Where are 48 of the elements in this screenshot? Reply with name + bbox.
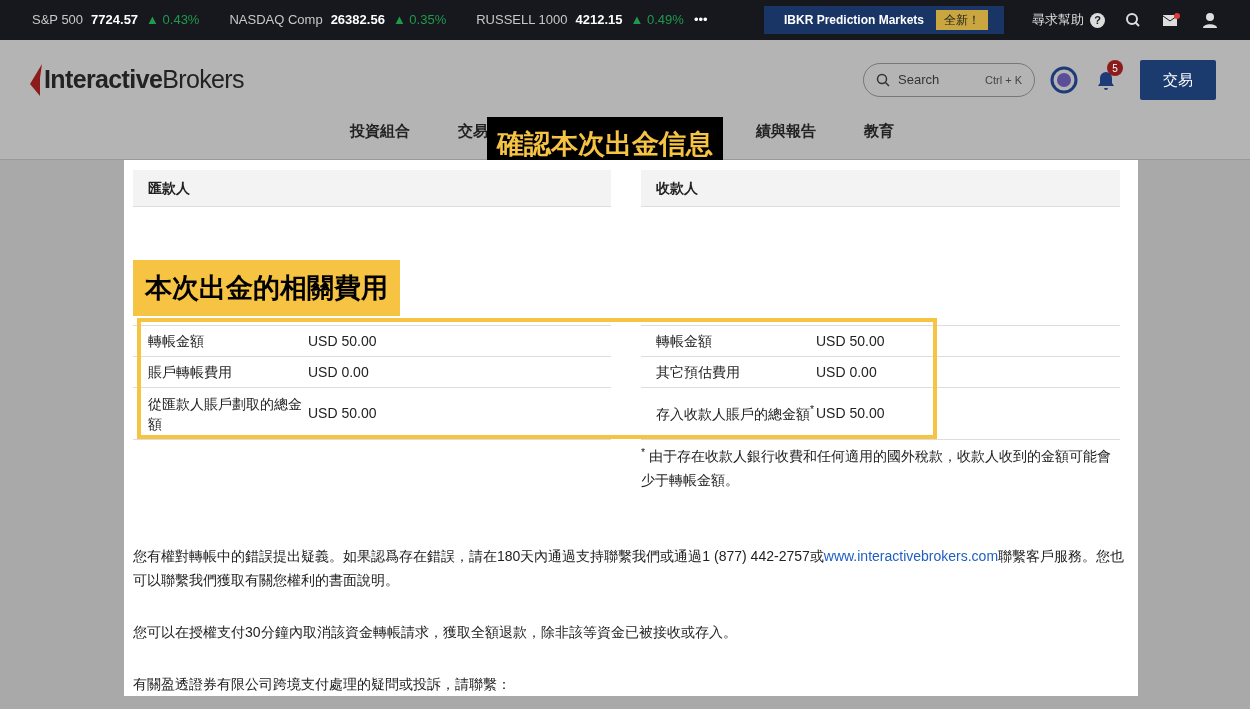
annotation-label: 本次出金的相關費用 bbox=[133, 260, 400, 316]
fee-label: 從匯款人賬戶劃取的總金額 bbox=[148, 394, 303, 434]
index-change: ▲ 0.49% bbox=[630, 11, 684, 30]
dispute-paragraph: 您有權對轉帳中的錯誤提出疑義。如果認爲存在錯誤，請在180天內通過支持聯繫我們或通過1 (877) 442-2757或www.interactivebrokers.com聯繫客戶服務。您也可以聯繫我們獲取有關您權利的書面說明。 bbox=[133, 547, 1126, 590]
fee-amount: USD 0.00 bbox=[816, 362, 877, 382]
footnote: $^{*}$ 由于存在收款人銀行收費和任何適用的國外稅款，收款人收到的金額可能會少于轉帳金額。 bbox=[641, 444, 1112, 490]
website-link[interactable]: www.interactivebrokers.com bbox=[823, 548, 999, 564]
user-icon[interactable] bbox=[1202, 12, 1218, 28]
fee-label: 賬戶轉帳費用 bbox=[148, 363, 233, 382]
fee-amount: USD 0.00 bbox=[308, 362, 369, 382]
more-button[interactable]: ••• bbox=[693, 10, 708, 30]
logo-icon bbox=[30, 64, 42, 96]
index-change: ▲ 0.43% bbox=[146, 11, 200, 30]
table-header: 匯款人 bbox=[133, 170, 611, 207]
fee-amount: USD 50.00 bbox=[308, 331, 377, 351]
index-change: ▲ 0.35% bbox=[392, 11, 447, 30]
nav-item[interactable]: 交易 bbox=[458, 120, 488, 143]
index-value: 4212.15 bbox=[575, 11, 623, 30]
table-header: 收款人 bbox=[641, 170, 1120, 207]
info-paragraph: 您可以在授權支付30分鐘內取消該資金轉帳請求，獲取全額退款，除非該等資金已被接收或存入。 bbox=[133, 623, 738, 642]
help-icon[interactable]: ? bbox=[1090, 12, 1105, 28]
fee-label: 轉帳金額 bbox=[148, 332, 205, 351]
fee-label: 其它預估費用 bbox=[656, 363, 741, 382]
new-badge: 全新！ bbox=[936, 10, 989, 30]
trade-button[interactable]: 交易 bbox=[1140, 60, 1216, 100]
index-value: 26382.56 bbox=[330, 11, 385, 30]
fee-label: 存入收款人賬戶的總金額$^{*}$ bbox=[656, 403, 816, 424]
fee-label: 轉帳金額 bbox=[656, 332, 713, 351]
fee-amount: USD 50.00 bbox=[816, 331, 885, 351]
promo-banner[interactable]: IBKR Prediction Markets 全新！ bbox=[764, 6, 1004, 34]
search-icon bbox=[876, 73, 890, 87]
info-paragraph: 有關盈透證券有限公司跨境支付處理的疑問或投訴，請聯繫： bbox=[133, 675, 512, 694]
index-name: NASDAQ Comp bbox=[229, 11, 323, 30]
assistant-icon[interactable] bbox=[1050, 66, 1078, 94]
promo-label: IBKR Prediction Markets bbox=[784, 12, 925, 29]
mail-icon[interactable] bbox=[1163, 13, 1180, 27]
index-name: RUSSELL 1000 bbox=[476, 11, 568, 30]
nav-item[interactable]: 教育 bbox=[864, 120, 894, 143]
nav-item[interactable]: 投資組合 bbox=[350, 120, 410, 143]
help-link[interactable]: 尋求幫助 bbox=[1032, 10, 1084, 30]
fee-amount: USD 50.00 bbox=[308, 404, 377, 423]
notification-badge: 5 bbox=[1107, 60, 1123, 76]
brand-name: InteractiveBrokers bbox=[44, 64, 244, 96]
fee-amount: USD 50.00 bbox=[816, 404, 885, 423]
shortcut-hint: Ctrl + K bbox=[985, 72, 1022, 88]
nav-item[interactable]: 績與報告 bbox=[756, 120, 816, 143]
index-value: 7724.57 bbox=[91, 11, 139, 30]
index-name: S&P 500 bbox=[32, 11, 84, 30]
